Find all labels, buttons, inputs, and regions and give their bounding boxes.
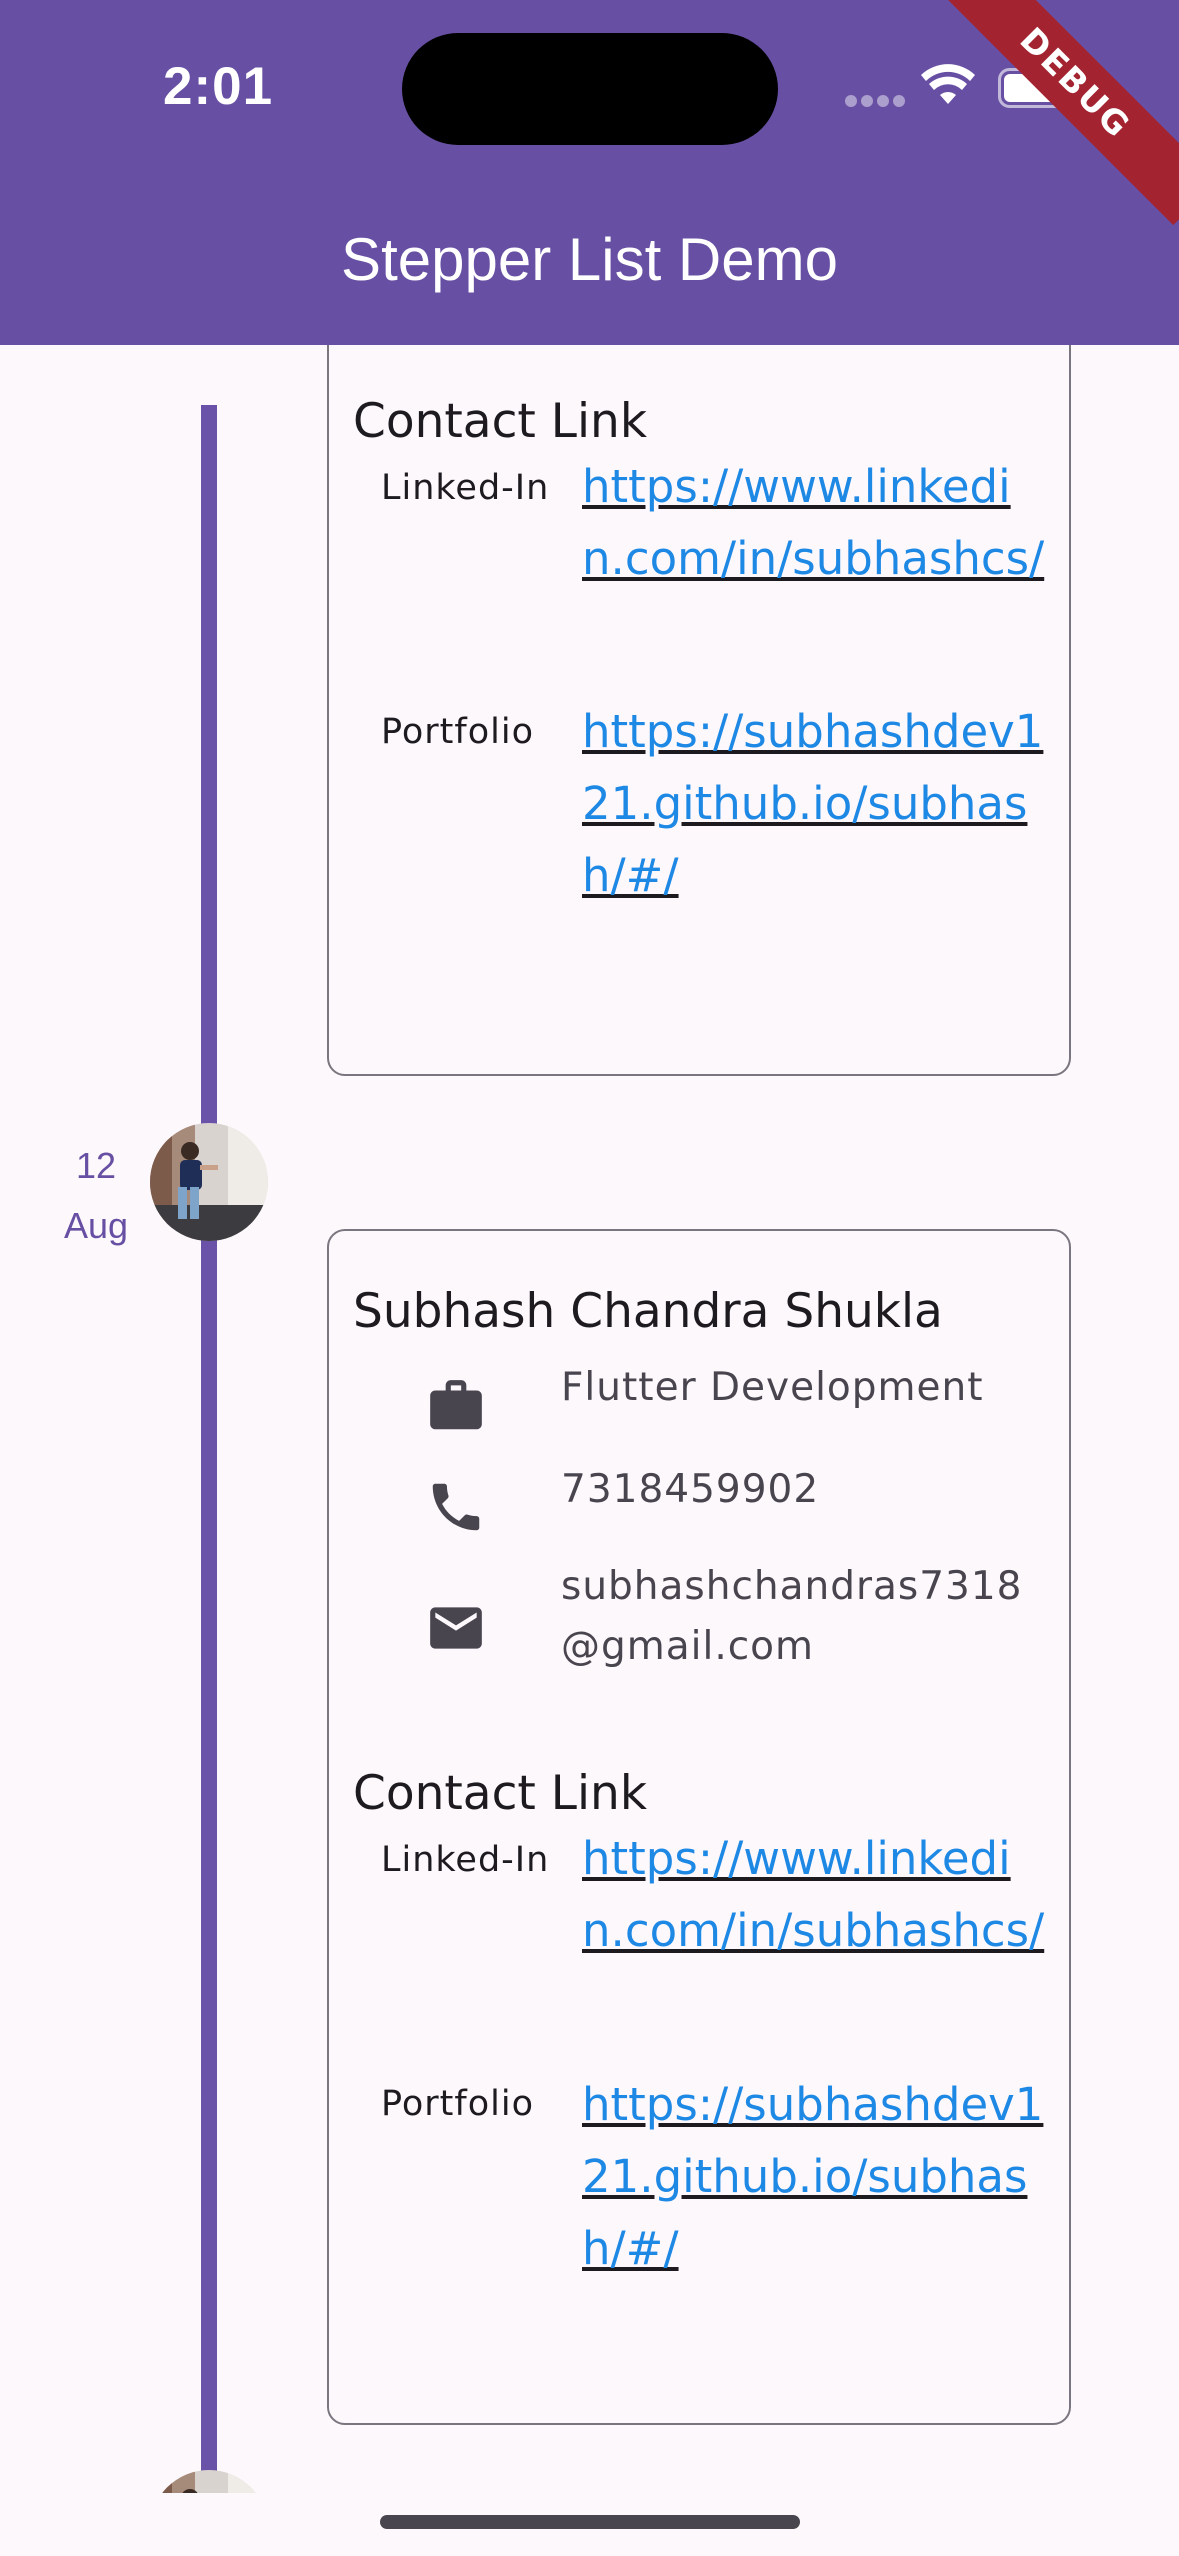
prev-step-card: Contact Link Linked-In https://www.linke… bbox=[327, 345, 1071, 1076]
home-indicator[interactable] bbox=[380, 2515, 800, 2529]
portfolio-label: Portfolio bbox=[381, 2084, 534, 2124]
step-date: 12 Aug bbox=[26, 1136, 166, 1256]
timeline-line bbox=[201, 405, 217, 2493]
cellular-signal-icon bbox=[845, 95, 905, 107]
portfolio-link[interactable]: https://subhashdev121.github.io/subhash/… bbox=[582, 696, 1052, 912]
phone-icon bbox=[432, 1483, 480, 1531]
avatar[interactable] bbox=[150, 1123, 268, 1241]
page-title: Stepper List Demo bbox=[341, 226, 838, 293]
portfolio-link[interactable]: https://subhashdev121.github.io/subhash/… bbox=[582, 2069, 1052, 2285]
contact-link-title: Contact Link bbox=[353, 394, 648, 449]
dynamic-island bbox=[402, 33, 778, 145]
step-name: Subhash Chandra Shukla bbox=[353, 1284, 943, 1339]
status-time: 2:01 bbox=[163, 57, 274, 116]
avatar[interactable] bbox=[150, 2470, 268, 2493]
debug-banner: DEBUG bbox=[932, 0, 1179, 226]
app-bar: 2:01 Stepper List Demo DEBUG bbox=[0, 0, 1179, 345]
linkedin-link[interactable]: https://www.linkedin.com/in/subhashcs/ bbox=[582, 451, 1052, 595]
wifi-icon bbox=[921, 64, 975, 104]
briefcase-icon bbox=[430, 1380, 482, 1430]
linkedin-label: Linked-In bbox=[381, 1840, 550, 1880]
phone-text: 7318459902 bbox=[561, 1467, 820, 1512]
role-text: Flutter Development bbox=[561, 1365, 984, 1410]
step-card: Subhash Chandra Shukla Flutter Developme… bbox=[327, 1229, 1071, 2425]
step-date-month: Aug bbox=[63, 1205, 129, 1246]
email-icon bbox=[430, 1607, 482, 1649]
stepper-list[interactable]: Contact Link Linked-In https://www.linke… bbox=[0, 345, 1179, 2493]
portfolio-label: Portfolio bbox=[381, 712, 534, 752]
contact-link-title: Contact Link bbox=[353, 1766, 648, 1821]
email-text: subhashchandras7318@gmail.com bbox=[561, 1564, 1023, 1669]
linkedin-label: Linked-In bbox=[381, 468, 550, 508]
step-date-day: 12 bbox=[75, 1145, 117, 1186]
linkedin-link[interactable]: https://www.linkedin.com/in/subhashcs/ bbox=[582, 1823, 1052, 1967]
